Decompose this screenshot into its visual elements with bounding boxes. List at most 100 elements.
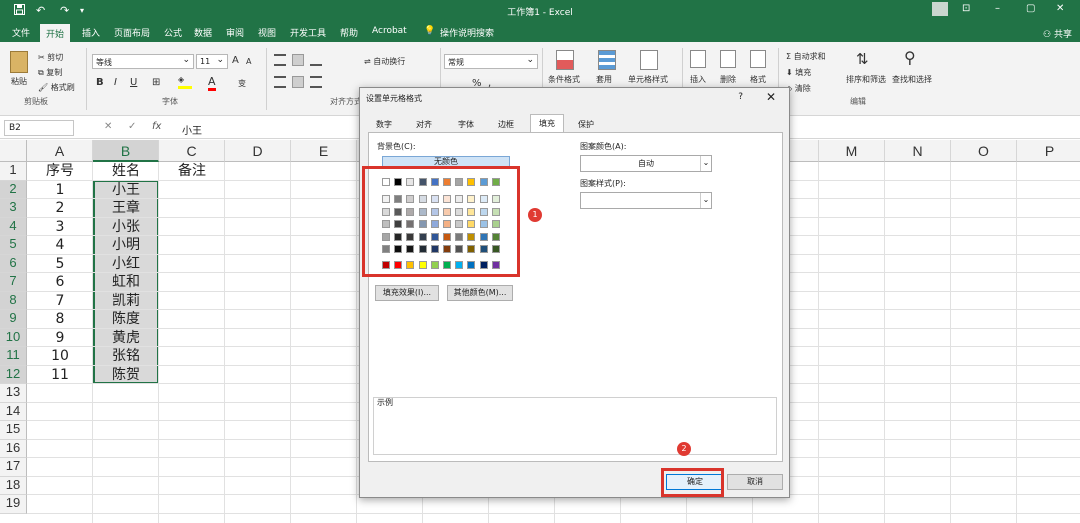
row-header[interactable]: 8 — [0, 291, 27, 310]
tab-insert[interactable]: 插入 — [82, 26, 100, 39]
cell-styles-label[interactable]: 单元格样式 — [628, 74, 668, 85]
cell-styles-icon[interactable] — [640, 50, 658, 70]
more-colors-button[interactable]: 其他颜色(M)... — [447, 285, 513, 301]
column-header[interactable]: M — [819, 140, 885, 162]
column-header[interactable]: B — [93, 140, 159, 162]
format-painter-button[interactable]: 🖌 格式刷 — [38, 82, 75, 93]
data-cell[interactable]: 5 — [27, 255, 93, 274]
share-button[interactable]: ⚇ 共享 — [1043, 27, 1072, 40]
row-header[interactable]: 5 — [0, 236, 27, 255]
underline-button[interactable]: U — [130, 77, 137, 88]
fill-button[interactable]: ⬇ 填充 — [786, 67, 811, 78]
row-header[interactable]: 18 — [0, 476, 27, 495]
data-cell[interactable]: 虹和 — [93, 273, 159, 292]
data-cell[interactable]: 3 — [27, 218, 93, 237]
tell-me-search[interactable]: 操作说明搜索 — [440, 26, 494, 39]
data-cell[interactable]: 小王 — [93, 181, 159, 200]
cancel-entry-icon[interactable]: ✕ — [104, 121, 112, 132]
dialog-tab-alignment[interactable]: 对齐 — [410, 116, 438, 132]
row-header[interactable]: 4 — [0, 217, 27, 236]
data-cell[interactable]: 陈贺 — [93, 366, 159, 385]
row-header[interactable]: 2 — [0, 180, 27, 199]
account-avatar[interactable] — [932, 2, 948, 16]
restore-button[interactable]: ▢ — [1026, 3, 1035, 14]
data-cell[interactable]: 王章 — [93, 199, 159, 218]
data-cell[interactable]: 8 — [27, 310, 93, 329]
tab-page-layout[interactable]: 页面布局 — [114, 26, 150, 39]
find-select-label[interactable]: 查找和选择 — [892, 74, 932, 85]
header-cell[interactable]: 序号 — [27, 162, 93, 181]
increase-font-button[interactable]: A — [232, 55, 239, 66]
confirm-entry-icon[interactable]: ✓ — [128, 121, 136, 132]
dialog-tab-protection[interactable]: 保护 — [572, 116, 600, 132]
data-cell[interactable]: 6 — [27, 273, 93, 292]
minimize-button[interactable]: – — [995, 3, 1000, 14]
paste-label[interactable]: 粘贴 — [11, 76, 27, 87]
conditional-formatting-label[interactable]: 条件格式 — [548, 74, 580, 85]
name-box[interactable]: B2 — [4, 120, 74, 136]
data-cell[interactable]: 小张 — [93, 218, 159, 237]
data-cell[interactable]: 9 — [27, 329, 93, 348]
pattern-style-combo[interactable]: ⌄ — [580, 192, 712, 209]
align-bottom-icon[interactable] — [310, 54, 322, 66]
align-top-icon[interactable] — [274, 54, 286, 66]
phonetic-button[interactable]: 变 — [238, 78, 246, 89]
tab-formulas[interactable]: 公式 — [164, 26, 182, 39]
row-header[interactable]: 19 — [0, 495, 27, 514]
find-select-icon[interactable]: ⚲ — [904, 48, 916, 67]
sort-filter-icon[interactable]: ⇅ — [856, 50, 869, 68]
font-size-combo[interactable]: 11 — [196, 54, 228, 69]
row-header[interactable]: 17 — [0, 458, 27, 477]
dialog-tab-fill[interactable]: 填充 — [530, 114, 564, 133]
data-cell[interactable]: 4 — [27, 236, 93, 255]
row-header[interactable]: 7 — [0, 273, 27, 292]
select-all-corner[interactable] — [0, 140, 27, 162]
fill-effects-button[interactable]: 填充效果(I)... — [375, 285, 439, 301]
data-cell[interactable]: 小红 — [93, 255, 159, 274]
tab-review[interactable]: 审阅 — [226, 26, 244, 39]
formula-input[interactable]: 小王 — [182, 122, 202, 137]
row-header[interactable]: 9 — [0, 310, 27, 329]
insert-cells-icon[interactable] — [690, 50, 706, 68]
pattern-color-combo[interactable]: 自动 ⌄ — [580, 155, 712, 172]
column-header[interactable]: O — [951, 140, 1017, 162]
decrease-font-button[interactable]: A — [246, 57, 251, 66]
row-header[interactable]: 6 — [0, 254, 27, 273]
close-button[interactable]: ✕ — [1056, 3, 1064, 14]
format-cells-label[interactable]: 格式 — [750, 74, 766, 85]
column-header[interactable]: N — [885, 140, 951, 162]
format-cells-icon[interactable] — [750, 50, 766, 68]
data-cell[interactable]: 10 — [27, 347, 93, 366]
tab-home[interactable]: 开始 — [40, 24, 71, 42]
dialog-tab-number[interactable]: 数字 — [370, 116, 398, 132]
align-right-icon[interactable] — [310, 76, 322, 88]
data-cell[interactable]: 11 — [27, 366, 93, 385]
format-as-table-label[interactable]: 套用 — [596, 74, 612, 85]
fill-color-icon[interactable]: ◈ — [178, 75, 192, 89]
row-header[interactable]: 12 — [0, 365, 27, 384]
conditional-formatting-icon[interactable] — [556, 50, 574, 70]
row-header[interactable]: 14 — [0, 402, 27, 421]
row-header[interactable]: 13 — [0, 384, 27, 403]
dialog-close-button[interactable]: ✕ — [766, 90, 776, 104]
number-format-combo[interactable]: 常规 — [444, 54, 538, 69]
align-left-icon[interactable] — [274, 76, 286, 88]
row-header[interactable]: 3 — [0, 199, 27, 218]
row-header[interactable]: 11 — [0, 347, 27, 366]
data-cell[interactable]: 7 — [27, 292, 93, 311]
header-cell[interactable]: 姓名 — [93, 162, 159, 181]
data-cell[interactable]: 小明 — [93, 236, 159, 255]
data-cell[interactable]: 1 — [27, 181, 93, 200]
align-center-icon[interactable] — [292, 76, 304, 88]
column-header[interactable]: P — [1017, 140, 1080, 162]
row-header[interactable]: 1 — [0, 162, 27, 181]
data-cell[interactable]: 张铭 — [93, 347, 159, 366]
row-header[interactable]: 16 — [0, 439, 27, 458]
font-name-combo[interactable]: 等线 — [92, 54, 194, 69]
format-as-table-icon[interactable] — [598, 50, 616, 70]
wrap-text-button[interactable]: ⇌ 自动换行 — [364, 56, 405, 67]
tab-data[interactable]: 数据 — [194, 26, 212, 39]
paste-icon[interactable] — [10, 51, 28, 73]
tab-developer[interactable]: 开发工具 — [290, 26, 326, 39]
cancel-button[interactable]: 取消 — [727, 474, 783, 490]
